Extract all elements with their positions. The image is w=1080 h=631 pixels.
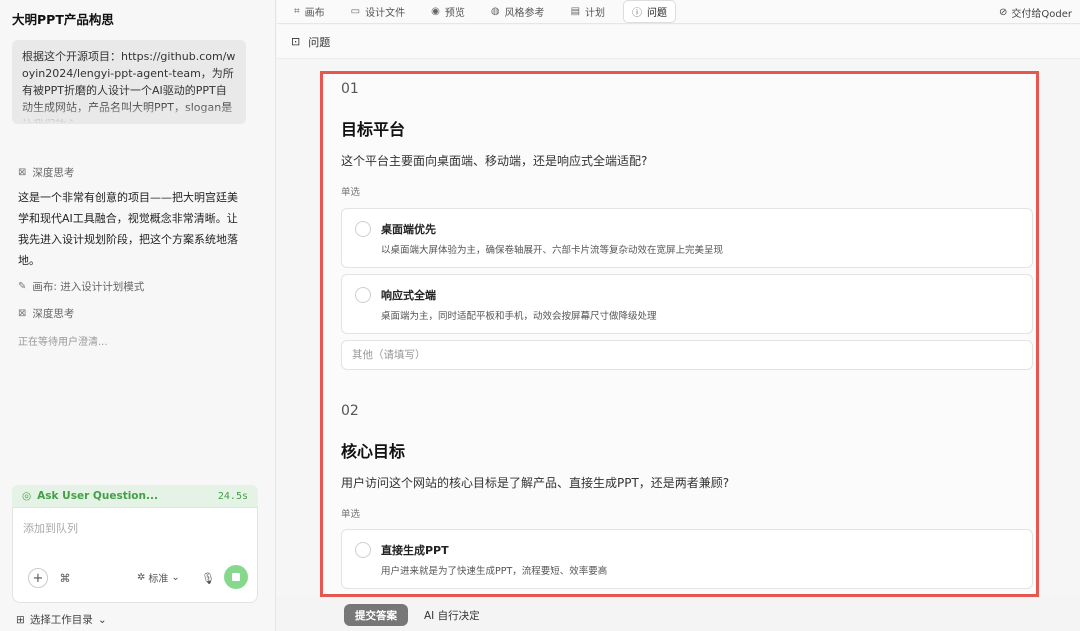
bottom-action-bar: 提交答案 AI 自行决定 [277,597,1080,631]
mode-label: 标准 [148,574,169,585]
waiting-status: 正在等待用户澄清... [18,337,108,348]
deep-think-label-2: 深度思考 [32,308,75,320]
assistant-message: 这是一个非常有创意的项目——把大明宫廷美学和现代AI工具融合，视觉概念非常清晰。… [18,191,238,267]
tab-label: 画布 [304,8,325,19]
top-tab-bar: ⌗ 画布 ▭ 设计文件 ◉ 预览 ◍ 风格参考 ▤ 计划 ⓘ 问题 ⊘ 交付给Q… [277,0,1080,24]
file-icon: ▭ [350,6,361,17]
tab-label: 预览 [444,8,465,19]
chevron-down-icon: ⌄ [97,613,107,626]
tab-label: 设计文件 [365,8,406,19]
tool-call-row[interactable]: ✎ 画布: 进入设计计划模式 [18,279,144,294]
tab-label: 计划 [585,8,606,19]
tab-label: 问题 [647,8,668,19]
tab-style-reference[interactable]: ◍ 风格参考 [483,1,553,22]
tool-call-label: 画布: 进入设计计划模式 [32,281,145,293]
plus-icon: + [32,570,44,586]
option-generate-ppt[interactable]: 直接生成PPT 用户进来就是为了快速生成PPT，流程要短、效率要高 [341,529,1033,589]
question-description: 用户访问这个网站的核心目标是了解产品、直接生成PPT，还是两者兼顾? [341,476,730,490]
question-number: 01 [341,81,359,97]
app-title: 大明PPT产品构思 [12,12,114,27]
option-description: 桌面端为主，同时适配平板和手机，动效会按屏幕尺寸做降级处理 [381,311,657,322]
question-title: 核心目标 [341,442,406,461]
deep-think-label: 深度思考 [32,167,75,179]
deep-think-row[interactable]: ⊠ 深度思考 [18,165,74,180]
wrench-icon: ✎ [18,281,27,292]
option-desktop-first[interactable]: 桌面端优先 以桌面端大屏体验为主，确保卷轴展开、六部卡片流等复杂动效在宽屏上完美… [341,208,1033,268]
canvas-grid-icon: ⌗ [294,6,300,17]
ai-decide-button[interactable]: AI 自行决定 [424,608,480,623]
tab-canvas[interactable]: ⌗ 画布 [286,1,333,22]
workspace-label: 选择工作目录 [29,614,93,626]
mic-icon: 🎙︎ [201,571,215,585]
radio-button[interactable] [355,287,371,303]
submit-answers-button[interactable]: 提交答案 [344,604,408,626]
attach-icon: ⌘ [59,571,71,585]
deep-think-row-2[interactable]: ⊠ 深度思考 [18,306,74,321]
tab-questions[interactable]: ⓘ 问题 [623,0,677,23]
question-block: 01 目标平台 这个平台主要面向桌面端、移动端，还是响应式全端适配? 单选 桌面… [341,81,1035,370]
ask-user-question-banner: ◎ Ask User Question... 24.5s [12,485,258,507]
question-type: 单选 [341,187,361,198]
tab-design-files[interactable]: ▭ 设计文件 [343,1,413,22]
tab-label: 风格参考 [504,8,545,19]
stop-button[interactable] [224,565,248,589]
message-question-icon: ⊡ [291,35,301,48]
option-label: 响应式全端 [381,289,436,302]
option-description: 以桌面端大屏体验为主，确保卷轴展开、六部卡片流等复杂动效在宽屏上完美呈现 [381,245,724,256]
eye-icon: ◉ [431,6,440,17]
question-icon: ⓘ [632,8,643,19]
workspace-selector[interactable]: ⊞ 选择工作目录 ⌄ [16,612,107,627]
add-button[interactable]: + [28,568,48,588]
sidebar: 大明PPT产品构思 根据这个开源项目：https://github.com/wo… [0,0,276,631]
stop-icon [232,573,240,581]
sparkle-icon: ✲ [137,572,146,583]
chevron-down-icon: ⌄ [171,572,180,583]
handover-label: 交付给Qoder [1011,9,1072,20]
panel-header: ⊡ 问题 [277,25,1080,59]
option-label: 直接生成PPT [381,544,449,557]
tab-preview[interactable]: ◉ 预览 [423,1,473,22]
question-description: 这个平台主要面向桌面端、移动端，还是响应式全端适配? [341,154,648,168]
think-icon: ⊠ [18,167,27,178]
ask-label: Ask User Question... [37,490,158,502]
other-input[interactable] [341,340,1033,370]
mic-button[interactable]: 🎙︎ [198,568,218,588]
option-responsive[interactable]: 响应式全端 桌面端为主，同时适配平板和手机，动效会按屏幕尺寸做降级处理 [341,274,1033,334]
tab-plan[interactable]: ▤ 计划 [563,1,613,22]
question-block: 02 核心目标 用户访问这个网站的核心目标是了解产品、直接生成PPT，还是两者兼… [341,403,1035,589]
target-icon: ◎ [22,490,32,502]
panel-title: 问题 [308,35,331,49]
question-number: 02 [341,403,359,419]
option-description: 用户进来就是为了快速生成PPT，流程要短、效率要高 [381,566,608,577]
palette-icon: ◍ [490,6,500,17]
ask-timer: 24.5s [217,490,248,502]
question-title: 目标平台 [341,120,406,139]
composer[interactable]: 添加到队列 + ⌘ ✲ 标准 ⌄ 🎙︎ [12,507,258,603]
clipboard-icon: ▤ [570,6,581,17]
folder-icon: ⊞ [16,613,25,626]
radio-button[interactable] [355,221,371,237]
question-type: 单选 [341,509,361,520]
user-prompt-bubble[interactable]: 根据这个开源项目：https://github.com/woyin2024/le… [12,40,246,124]
composer-input[interactable]: 添加到队列 [23,520,78,536]
attach-button[interactable]: ⌘ [55,568,75,588]
qoder-icon: ⊘ [999,7,1008,18]
radio-button[interactable] [355,542,371,558]
questions-pane: 01 目标平台 这个平台主要面向桌面端、移动端，还是响应式全端适配? 单选 桌面… [320,71,1039,597]
think-icon: ⊠ [18,308,27,319]
option-label: 桌面端优先 [381,223,436,236]
mode-select[interactable]: ✲ 标准 ⌄ [137,570,180,585]
handover-button[interactable]: ⊘ 交付给Qoder [999,5,1072,20]
